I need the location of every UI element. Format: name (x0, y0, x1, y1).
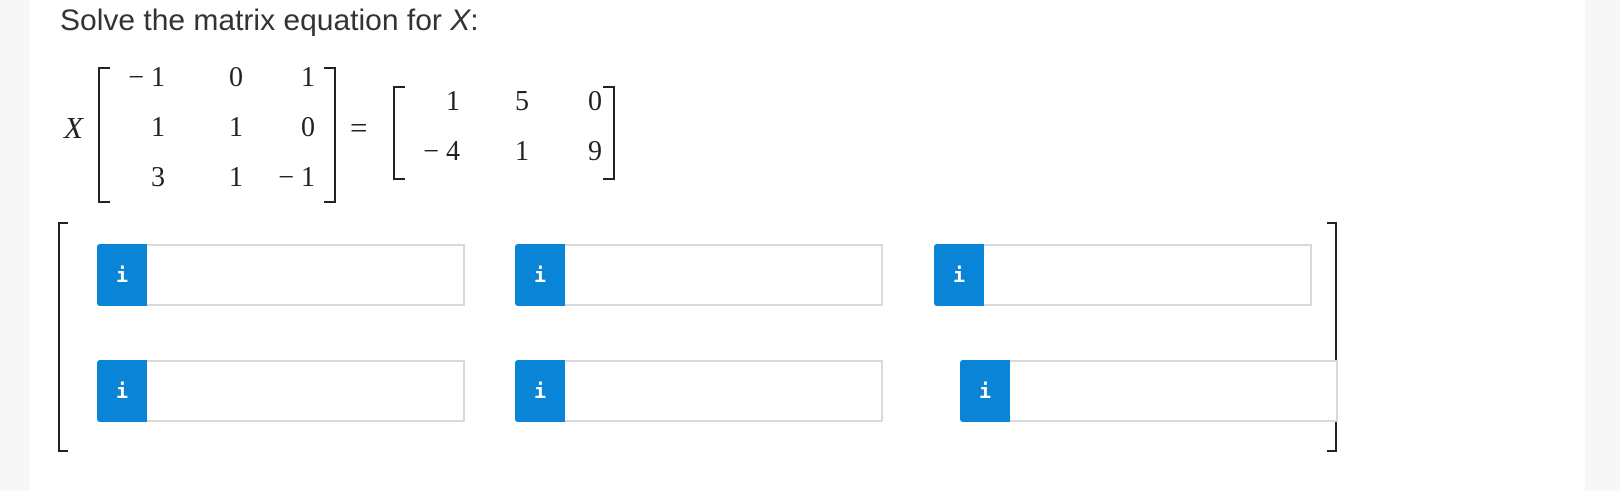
answer-input-2-3[interactable] (1010, 360, 1338, 422)
answer-cell-1-1: i (97, 244, 465, 306)
info-icon[interactable]: i (960, 360, 1010, 422)
result-cell-2-1: − 4 (423, 136, 460, 167)
prompt-variable: X (450, 4, 471, 37)
equals-sign: = (350, 110, 368, 145)
coefficient-matrix-right-bracket (324, 67, 336, 203)
result-cell-1-2: 5 (515, 86, 529, 117)
coef-cell-2-1: 1 (151, 112, 165, 143)
prompt-text: Solve the matrix equation for (60, 4, 451, 37)
prompt-colon: : (470, 4, 479, 37)
coef-cell-1-3: 1 (301, 62, 315, 93)
answer-input-2-2[interactable] (565, 360, 883, 422)
coef-cell-1-2: 0 (229, 62, 243, 93)
question-prompt: Solve the matrix equation for X: (60, 4, 479, 38)
answer-cell-1-3: i (934, 244, 1312, 306)
answer-cell-2-2: i (515, 360, 883, 422)
answer-cell-1-2: i (515, 244, 883, 306)
coef-cell-3-2: 1 (229, 162, 243, 193)
info-icon[interactable]: i (97, 360, 147, 422)
coef-cell-2-2: 1 (229, 112, 243, 143)
result-cell-1-3: 0 (588, 86, 602, 117)
answer-cell-2-1: i (97, 360, 465, 422)
coef-cell-2-3: 0 (301, 112, 315, 143)
answer-input-1-1[interactable] (147, 244, 465, 306)
unknown-matrix-x: X (64, 110, 83, 145)
answer-input-2-1[interactable] (147, 360, 465, 422)
info-icon[interactable]: i (515, 244, 565, 306)
info-icon[interactable]: i (515, 360, 565, 422)
answer-matrix-left-bracket (58, 222, 68, 452)
answer-cell-2-3: i (960, 360, 1338, 422)
result-matrix-right-bracket (603, 86, 615, 180)
answer-input-1-3[interactable] (984, 244, 1312, 306)
result-cell-1-1: 1 (446, 86, 460, 117)
result-cell-2-3: 9 (588, 136, 602, 167)
result-cell-2-2: 1 (515, 136, 529, 167)
info-icon[interactable]: i (97, 244, 147, 306)
info-icon[interactable]: i (934, 244, 984, 306)
coef-cell-3-1: 3 (151, 162, 165, 193)
answer-input-1-2[interactable] (565, 244, 883, 306)
coef-cell-1-1: − 1 (128, 62, 165, 93)
coef-cell-3-3: − 1 (278, 162, 315, 193)
